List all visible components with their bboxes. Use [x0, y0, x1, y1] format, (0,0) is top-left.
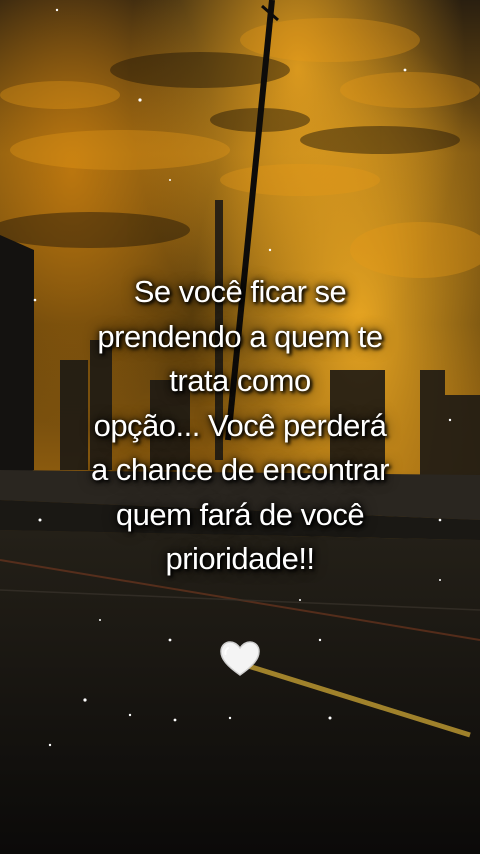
- white-heart-icon: [220, 641, 260, 676]
- quote-line: Se você ficar se: [133, 274, 347, 309]
- quote-line: opção... Você perderá: [93, 407, 387, 443]
- quote-text: Se você ficar se prendendo a quem te tra…: [40, 270, 440, 582]
- quote-line: prendendo a quem te: [97, 318, 383, 354]
- quote-line: trata como: [169, 363, 311, 398]
- quote-line: quem fará de você: [115, 496, 365, 532]
- quote-line: a chance de encontrar: [91, 452, 390, 487]
- quote-line: prioridade!!: [165, 541, 315, 576]
- wallpaper-scene: Se você ficar se prendendo a quem te tra…: [0, 0, 480, 854]
